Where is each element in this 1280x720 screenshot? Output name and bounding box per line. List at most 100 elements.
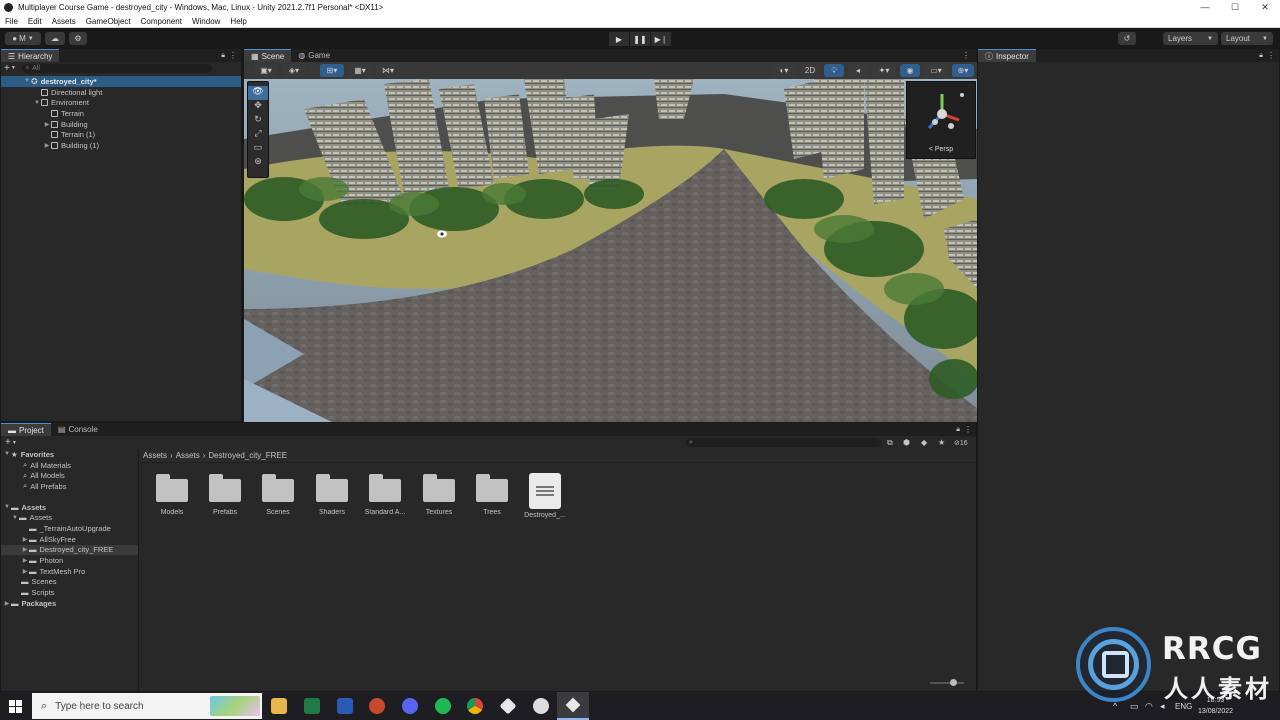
kebab-menu-icon[interactable]: ⋮ xyxy=(964,425,972,434)
tab-scene[interactable]: ▦ Scene xyxy=(244,49,292,62)
expand-arrow-icon[interactable]: ▼ xyxy=(11,515,19,521)
kebab-menu-icon[interactable]: ⋮ xyxy=(1267,51,1275,60)
scale-tool-button[interactable]: ⤢ xyxy=(248,128,268,142)
collapse-arrow-icon[interactable]: ▶ xyxy=(43,121,51,128)
kebab-menu-icon[interactable]: ⋮ xyxy=(962,51,970,60)
tab-console[interactable]: ▤ Console xyxy=(51,423,105,436)
tree-folder[interactable]: ▬ _TerrainAutoUpgrade xyxy=(1,523,138,534)
menu-gameobject[interactable]: GameObject xyxy=(86,17,131,26)
rect-tool-button[interactable]: ▭ xyxy=(248,142,268,156)
projection-label[interactable]: < Persp xyxy=(907,146,975,153)
gizmos-dropdown[interactable]: ⊕▾ xyxy=(952,64,974,77)
expand-arrow-icon[interactable]: ▼ xyxy=(23,78,31,84)
visibility-toggle[interactable]: ◉ xyxy=(900,64,920,77)
windows-start-icon[interactable] xyxy=(9,700,22,713)
expand-arrow-icon[interactable]: ▼ xyxy=(3,451,11,457)
collapse-arrow-icon[interactable]: ▶ xyxy=(21,568,29,575)
tree-folder[interactable]: ▶ ▬ AllSkyFree xyxy=(1,534,138,545)
scene-root-row[interactable]: ▼ ✪ destroyed_city* xyxy=(1,76,241,87)
collapse-arrow-icon[interactable]: ▶ xyxy=(43,142,51,149)
layout-dropdown[interactable]: Layout ▼ xyxy=(1221,32,1273,45)
icon-size-slider[interactable] xyxy=(930,679,964,686)
asset-folder[interactable]: Scenes xyxy=(253,474,303,516)
lock-icon[interactable]: 🔒︎ xyxy=(221,52,225,60)
rotate-tool-button[interactable]: ↻ xyxy=(248,114,268,128)
collab-button[interactable]: ⚙ xyxy=(69,32,87,45)
tab-game[interactable]: ◍ Game xyxy=(291,49,337,62)
asset-folder[interactable]: Textures xyxy=(414,474,464,516)
camera-dropdown[interactable]: ▭▾ xyxy=(924,64,948,77)
lighting-toggle[interactable]: 💡︎ xyxy=(824,64,844,77)
slider-handle[interactable] xyxy=(950,679,957,686)
asset-folder[interactable]: Prefabs xyxy=(200,474,250,516)
taskbar-search-box[interactable]: ⌕ Type here to search xyxy=(32,693,262,719)
step-button[interactable]: ▶❘ xyxy=(651,32,671,46)
scene-viewport[interactable]: 👁︎ ✥ ↻ ⤢ ▭ ⊛ < Persp xyxy=(244,79,978,423)
unity-hub-icon[interactable] xyxy=(499,697,517,715)
hierarchy-item[interactable]: ▶ Building (1) xyxy=(1,140,241,151)
favorites-header[interactable]: ▼ ★ Favorites xyxy=(1,449,138,460)
audio-toggle[interactable]: ◂ xyxy=(848,64,868,77)
word-icon[interactable] xyxy=(337,698,353,714)
packages-root[interactable]: ▶ ▬ Packages xyxy=(1,598,138,609)
tree-folder[interactable]: ▼ ▬ Assets xyxy=(1,512,138,523)
hierarchy-search-input[interactable]: ⌕ All xyxy=(21,63,212,73)
asset-folder[interactable]: Shaders xyxy=(307,474,357,516)
asset-folder[interactable]: Trees xyxy=(467,474,517,516)
lock-icon[interactable]: 🔒︎ xyxy=(956,426,960,434)
assets-root[interactable]: ▼ ▬ Assets xyxy=(1,502,138,513)
menu-edit[interactable]: Edit xyxy=(28,17,42,26)
menu-window[interactable]: Window xyxy=(192,17,220,26)
discord-icon[interactable] xyxy=(402,698,418,714)
minimize-button[interactable]: — xyxy=(1190,2,1220,13)
shading-dropdown[interactable]: ◈▾ xyxy=(282,64,306,77)
hierarchy-item[interactable]: ▶ Building xyxy=(1,119,241,130)
favorite-item[interactable]: ⌕ All Models xyxy=(1,470,138,481)
breadcrumb-item[interactable]: Assets xyxy=(176,451,200,460)
draw-mode-dropdown[interactable]: ▣▾ xyxy=(254,64,278,77)
breadcrumb-item[interactable]: Assets xyxy=(143,451,167,460)
powerpoint-icon[interactable] xyxy=(369,698,385,714)
orientation-gizmo[interactable]: < Persp xyxy=(906,81,976,159)
favorite-item[interactable]: ⌕ All Materials xyxy=(1,460,138,471)
menu-help[interactable]: Help xyxy=(230,17,246,26)
menu-file[interactable]: File xyxy=(5,17,18,26)
maximize-button[interactable]: ☐ xyxy=(1220,2,1250,13)
pause-button[interactable]: ❚❚ xyxy=(630,32,650,46)
tag-icon[interactable]: ◆ xyxy=(921,438,927,447)
expand-arrow-icon[interactable]: ▼ xyxy=(33,100,41,106)
tree-folder[interactable]: ▶ ▬ Photon xyxy=(1,555,138,566)
add-button[interactable]: + xyxy=(5,437,11,448)
render-mode-dropdown[interactable]: ◐▾ xyxy=(772,64,796,77)
tree-folder-selected[interactable]: ▶ ▬ Destroyed_city_FREE xyxy=(1,544,138,556)
filter-type-icon[interactable]: ⧉ xyxy=(887,438,893,448)
hierarchy-item[interactable]: ▼ Enviroment xyxy=(1,97,241,108)
breadcrumb-item-current[interactable]: Destroyed_city_FREE xyxy=(208,451,287,460)
snap-dropdown[interactable]: ⊞▾ xyxy=(320,64,344,77)
play-button[interactable]: ▶ xyxy=(609,32,629,46)
tree-folder[interactable]: ▬ Scenes xyxy=(1,577,138,588)
filter-label-icon[interactable]: ⬢ xyxy=(903,438,910,447)
file-explorer-icon[interactable] xyxy=(271,698,287,714)
transform-tool-button[interactable]: ⊛ xyxy=(248,156,268,170)
tree-folder[interactable]: ▬ Scripts xyxy=(1,587,138,598)
collapse-arrow-icon[interactable]: ▶ xyxy=(3,600,11,607)
effects-dropdown[interactable]: ✦▾ xyxy=(872,64,896,77)
layers-dropdown[interactable]: Layers ▼ xyxy=(1163,32,1218,45)
hierarchy-item[interactable]: Terrain xyxy=(1,108,241,119)
close-button[interactable]: ✕ xyxy=(1250,2,1280,13)
menu-assets[interactable]: Assets xyxy=(52,17,76,26)
hierarchy-item[interactable]: Directional light xyxy=(1,87,241,98)
view-tool-button[interactable]: 👁︎ xyxy=(248,86,268,100)
move-tool-button[interactable]: ✥ xyxy=(248,100,268,114)
grid-snap-dropdown[interactable]: ▦▾ xyxy=(348,64,372,77)
expand-arrow-icon[interactable]: ▼ xyxy=(3,504,11,510)
hidden-packages-toggle[interactable]: ⊘16 xyxy=(954,439,968,447)
account-dropdown[interactable]: ● M ▼ xyxy=(5,32,41,45)
unity-editor-taskbar-item[interactable] xyxy=(557,692,589,720)
hierarchy-item[interactable]: Terrain (1) xyxy=(1,129,241,140)
collapse-arrow-icon[interactable]: ▶ xyxy=(21,557,29,564)
spotify-icon[interactable] xyxy=(435,698,451,714)
chrome-icon[interactable] xyxy=(467,698,483,714)
history-button[interactable]: ↺ xyxy=(1118,32,1136,45)
